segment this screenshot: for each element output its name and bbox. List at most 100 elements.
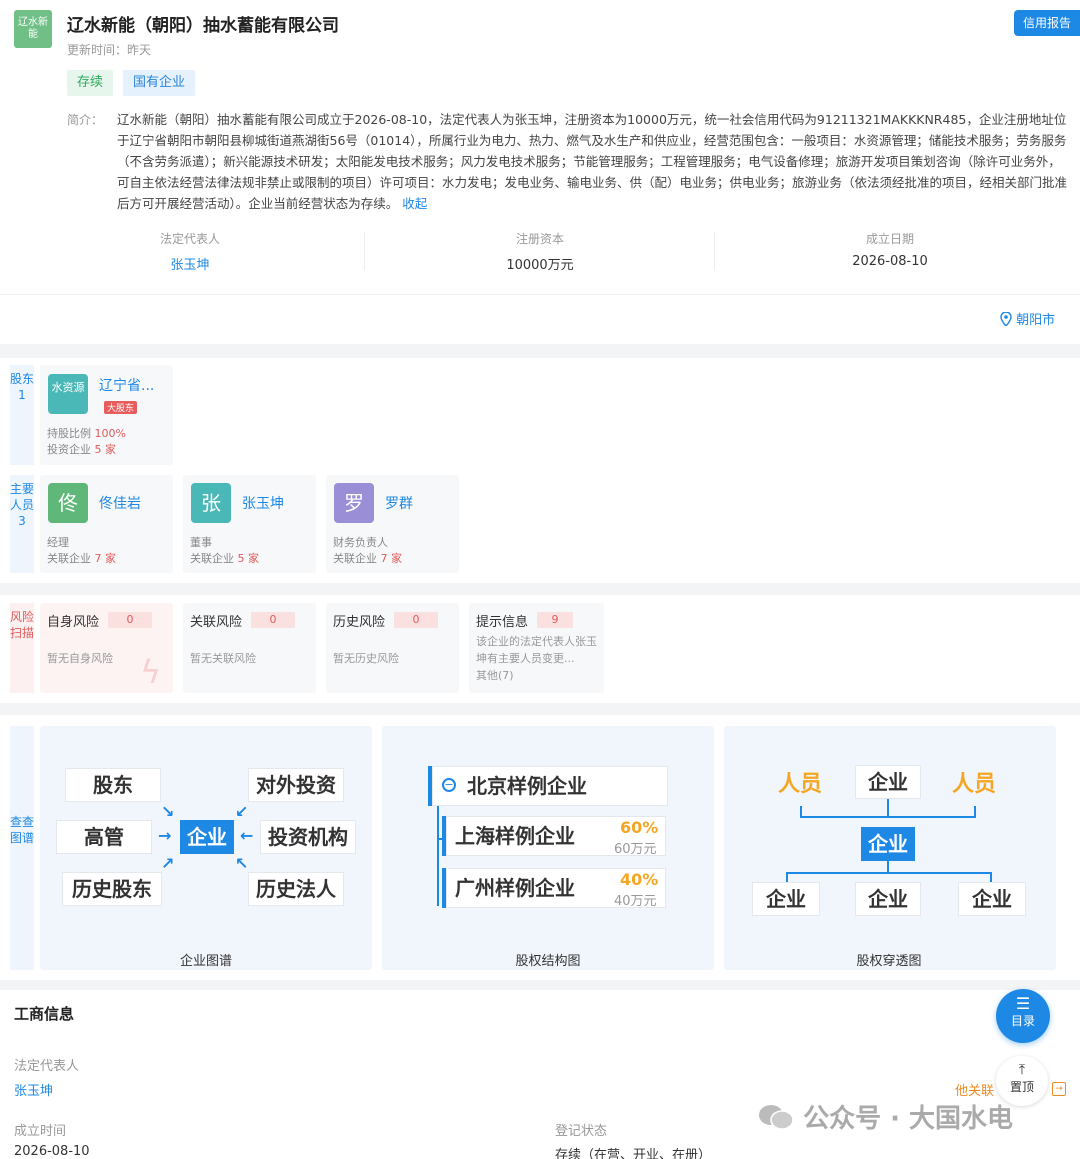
- status-value: 存续（在营、开业、在册）: [555, 1148, 712, 1159]
- company-node: 企业: [958, 882, 1026, 916]
- risk-count: 0: [108, 612, 152, 628]
- company-node: 企业: [752, 882, 820, 916]
- section-gap: [0, 703, 1080, 715]
- graph-caption: 企业图谱: [179, 954, 232, 969]
- person-avatar: 罗: [334, 483, 374, 523]
- equity-structure-panel[interactable]: 北京样例企业 − 上海样例企业 60% 60万元 广州样例企业 40% 40万元: [382, 726, 714, 970]
- collapse-icon[interactable]: −: [442, 778, 456, 792]
- equity-percent: 60%: [620, 818, 659, 837]
- risk-count: 0: [394, 612, 438, 628]
- back-to-top-button[interactable]: ⤒ 置顶: [996, 1056, 1048, 1106]
- legal-rep-value[interactable]: 张玉坤: [14, 1080, 53, 1099]
- stat-value-capital: 10000万元: [506, 258, 574, 273]
- risk-card-related[interactable]: 关联风险 0 暂无关联风险: [183, 603, 316, 693]
- arrow-box-icon[interactable]: →: [1052, 1082, 1066, 1096]
- location-link[interactable]: 朝阳市: [1000, 309, 1055, 328]
- arrow-icon: ↙: [235, 802, 249, 821]
- graph-node: 股东: [65, 768, 161, 802]
- equity-amount: 60万元: [614, 842, 657, 857]
- section-title: 工商信息: [14, 1005, 75, 1023]
- risk-count: 0: [251, 612, 295, 628]
- collapse-link[interactable]: 收起: [402, 196, 427, 211]
- graphs-side-label: 查查图谱: [10, 726, 34, 970]
- location-pin-icon: [1000, 311, 1016, 328]
- type-tag: 国有企业: [123, 70, 196, 96]
- arrow-icon: ↖: [235, 854, 249, 873]
- graph-node: 投资机构: [260, 820, 356, 854]
- intro-text: 辽水新能（朝阳）抽水蓄能有限公司成立于2026-08-10，法定代表人为张玉坤，…: [117, 112, 1068, 211]
- company-node: 企业: [855, 765, 921, 799]
- company-logo: 辽水新能: [14, 10, 52, 48]
- ratio-text: 持股比例 100%: [47, 427, 126, 440]
- stat-value-legal-rep[interactable]: 张玉坤: [40, 254, 340, 273]
- risk-card-history[interactable]: 历史风险 0 暂无历史风险: [326, 603, 459, 693]
- list-icon: ☰: [1015, 994, 1031, 1013]
- graph-caption: 股权结构图: [515, 954, 581, 969]
- risk-title: 自身风险: [47, 615, 100, 630]
- risk-desc: 暂无关联风险: [190, 652, 256, 665]
- risk-card-self[interactable]: 自身风险 0 暂无自身风险 ϟ: [40, 603, 173, 693]
- invest-text: 投资企业 5 家: [47, 443, 116, 456]
- person-card[interactable]: 佟 佟佳岩 经理 关联企业 7 家: [40, 475, 173, 573]
- person-name[interactable]: 张玉坤: [242, 493, 284, 513]
- person-role: 财务负责人: [333, 536, 388, 549]
- risk-title: 提示信息: [476, 615, 529, 630]
- shareholder-card[interactable]: 水资源 辽宁省... 大股东 持股比例 100% 投资企业 5 家: [40, 365, 173, 465]
- status-tag: 存续: [67, 70, 114, 96]
- person-name[interactable]: 佟佳岩: [99, 493, 141, 513]
- arrow-icon: →: [158, 826, 172, 845]
- stat-label-capital: 注册资本: [515, 232, 564, 246]
- arrow-icon: ↗: [161, 854, 175, 873]
- graph-caption: 股权穿透图: [856, 954, 922, 969]
- risk-desc: 暂无自身风险: [47, 652, 113, 665]
- risk-extra: 其他(7): [476, 669, 514, 682]
- person-role: 经理: [47, 536, 69, 549]
- risk-title: 关联风险: [190, 615, 243, 630]
- arrow-icon: ↘: [161, 802, 175, 821]
- graph-node: 历史股东: [62, 872, 162, 906]
- person-related: 关联企业 7 家: [333, 552, 402, 565]
- person-card[interactable]: 张 张玉坤 董事 关联企业 5 家: [183, 475, 316, 573]
- graph-node: 高管: [56, 820, 152, 854]
- shareholder-name[interactable]: 辽宁省...: [99, 375, 154, 395]
- person-role: 董事: [190, 536, 212, 549]
- section-gap: [0, 344, 1080, 358]
- graph-node: 历史法人: [248, 872, 344, 906]
- related-link[interactable]: 他关联: [955, 1080, 994, 1099]
- section-gap: [0, 583, 1080, 595]
- section-gap: [0, 466, 1080, 472]
- shareholder-avatar: 水资源: [48, 374, 88, 414]
- equity-percent: 40%: [620, 870, 659, 889]
- equity-penetration-panel[interactable]: 人员 企业 人员 企业 企业 企业 企业: [724, 726, 1056, 970]
- divider: [0, 294, 1080, 295]
- catalog-fab[interactable]: ☰ 目录: [996, 989, 1050, 1043]
- divider: [364, 232, 365, 270]
- arrow-icon: ←: [240, 826, 254, 845]
- person-node: 人员: [778, 772, 823, 797]
- risk-count: 9: [537, 612, 573, 628]
- equity-root-node: 北京样例企业: [432, 766, 668, 806]
- lightning-icon: ϟ: [140, 653, 162, 691]
- person-avatar: 佟: [48, 483, 88, 523]
- risk-card-notice[interactable]: 提示信息 9 该企业的法定代表人张玉坤有主要人员变更... 其他(7): [469, 603, 604, 693]
- risk-title: 历史风险: [333, 615, 386, 630]
- intro-label: 简介：: [67, 113, 104, 127]
- graph-center-node: 企业: [180, 820, 234, 854]
- graph-node: 对外投资: [248, 768, 344, 802]
- equity-amount: 40万元: [614, 894, 657, 909]
- section-gap: [0, 980, 1080, 990]
- shareholder-side-label: 股东1: [10, 365, 34, 465]
- legal-rep-label: 法定代表人: [14, 1059, 80, 1074]
- person-name[interactable]: 罗群: [385, 493, 413, 513]
- stat-value-date: 2026-08-10: [852, 254, 928, 269]
- arrow-up-icon: ⤒: [1018, 1062, 1026, 1078]
- risk-side-label: 风险扫描: [10, 603, 34, 693]
- enterprise-graph-panel[interactable]: 股东 对外投资 高管 企业 投资机构 历史股东 历史法人 ↘ ↙ → ← ↗ ↖: [40, 726, 372, 970]
- risk-desc: 该企业的法定代表人张玉坤有主要人员变更...: [476, 635, 597, 665]
- center-company-node: 企业: [861, 827, 915, 861]
- credit-report-button[interactable]: 信用报告: [1014, 10, 1080, 36]
- status-label: 登记状态: [555, 1124, 608, 1139]
- tree-line: [887, 799, 889, 818]
- person-card[interactable]: 罗 罗群 财务负责人 关联企业 7 家: [326, 475, 459, 573]
- major-shareholder-badge: 大股东: [104, 401, 138, 414]
